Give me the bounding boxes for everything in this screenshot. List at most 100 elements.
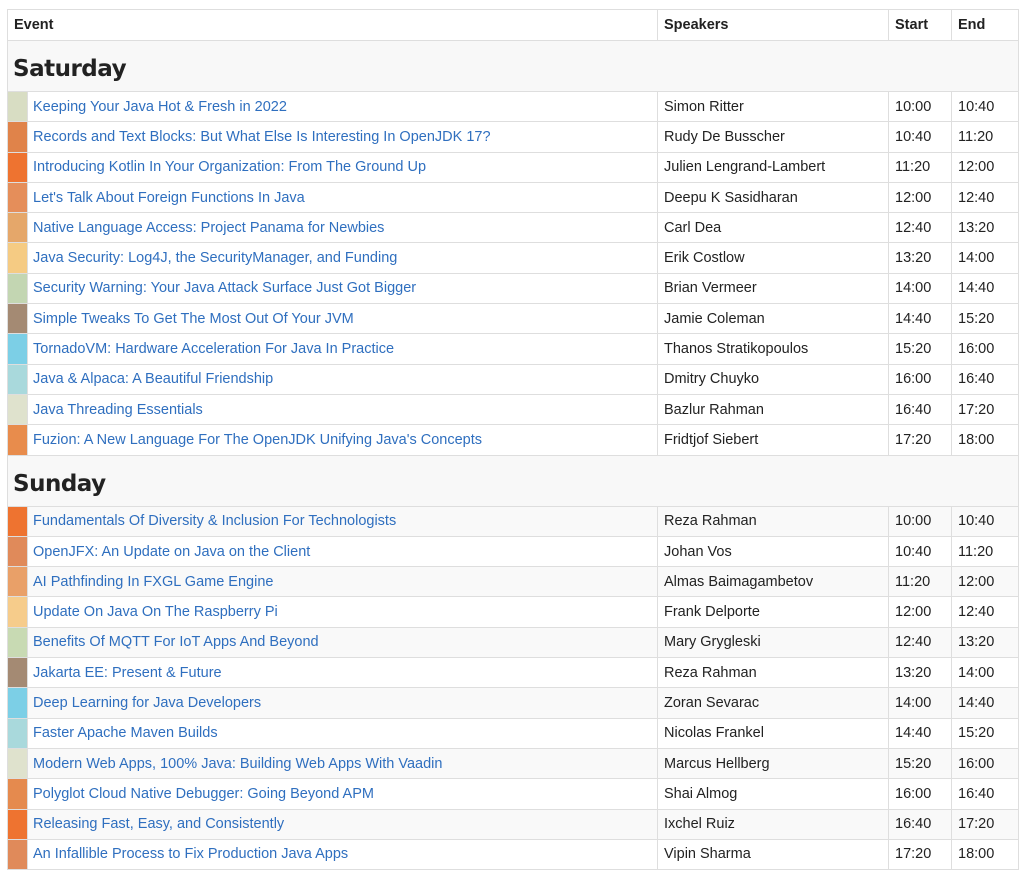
speakers-column-header[interactable]: Speakers xyxy=(657,9,889,41)
speaker-name: Frank Delporte xyxy=(657,596,889,628)
session-row: Records and Text Blocks: But What Else I… xyxy=(7,121,1019,153)
track-color-marker xyxy=(7,535,28,568)
start-time: 16:00 xyxy=(888,778,952,810)
start-time: 14:40 xyxy=(888,717,952,749)
session-row: Fuzion: A New Language For The OpenJDK U… xyxy=(7,424,1019,456)
start-time: 16:40 xyxy=(888,393,952,426)
end-time: 14:00 xyxy=(951,242,1019,274)
start-time: 11:20 xyxy=(888,151,952,183)
end-time: 14:40 xyxy=(951,687,1019,719)
start-time: 15:20 xyxy=(888,333,952,365)
session-title-link[interactable]: Java Threading Essentials xyxy=(33,402,203,418)
speaker-name: Simon Ritter xyxy=(657,90,889,123)
track-color-marker xyxy=(7,505,28,537)
start-time: 12:40 xyxy=(888,212,952,244)
session-title-cell: Fundamentals Of Diversity & Inclusion Fo… xyxy=(27,505,658,537)
session-title-link[interactable]: Introducing Kotlin In Your Organization:… xyxy=(33,159,426,175)
session-title-cell: Let's Talk About Foreign Functions In Ja… xyxy=(27,181,658,214)
speaker-name: Mary Grygleski xyxy=(657,626,889,659)
session-title-link[interactable]: Records and Text Blocks: But What Else I… xyxy=(33,129,491,145)
track-color-marker xyxy=(7,687,28,719)
session-title-cell: Polyglot Cloud Native Debugger: Going Be… xyxy=(27,778,658,810)
track-color-marker xyxy=(7,808,28,840)
end-time: 14:00 xyxy=(951,657,1019,689)
start-column-header[interactable]: Start xyxy=(888,9,952,41)
end-time: 15:20 xyxy=(951,717,1019,749)
session-row: Modern Web Apps, 100% Java: Building Web… xyxy=(7,747,1019,780)
session-title-link[interactable]: Modern Web Apps, 100% Java: Building Web… xyxy=(33,756,442,772)
speaker-name: Rudy De Busscher xyxy=(657,121,889,153)
start-time: 14:00 xyxy=(888,272,952,305)
track-color-marker xyxy=(7,121,28,153)
session-title-link[interactable]: TornadoVM: Hardware Acceleration For Jav… xyxy=(33,341,394,357)
end-time: 16:40 xyxy=(951,778,1019,810)
session-title-link[interactable]: Releasing Fast, Easy, and Consistently xyxy=(33,816,284,832)
session-row: Java Threading Essentials Bazlur Rahman 16… xyxy=(7,393,1019,426)
end-time: 13:20 xyxy=(951,212,1019,244)
session-row: TornadoVM: Hardware Acceleration For Jav… xyxy=(7,333,1019,365)
track-color-marker xyxy=(7,717,28,749)
end-time: 10:40 xyxy=(951,505,1019,537)
start-time: 10:40 xyxy=(888,121,952,153)
start-time: 13:20 xyxy=(888,242,952,274)
session-title-cell: TornadoVM: Hardware Acceleration For Jav… xyxy=(27,333,658,365)
track-color-marker xyxy=(7,272,28,305)
session-title-cell: An Infallible Process to Fix Production … xyxy=(27,838,658,871)
session-title-link[interactable]: Polyglot Cloud Native Debugger: Going Be… xyxy=(33,786,374,802)
session-title-link[interactable]: Security Warning: Your Java Attack Surfa… xyxy=(33,280,416,296)
start-time: 12:00 xyxy=(888,596,952,628)
session-title-link[interactable]: Deep Learning for Java Developers xyxy=(33,695,261,711)
speaker-name: Bazlur Rahman xyxy=(657,393,889,426)
end-time: 18:00 xyxy=(951,838,1019,871)
end-column-header[interactable]: End xyxy=(951,9,1019,41)
session-title-link[interactable]: Java Security: Log4J, the SecurityManage… xyxy=(33,250,397,266)
day-row: Saturday xyxy=(7,40,1019,92)
session-title-link[interactable]: Java & Alpaca: A Beautiful Friendship xyxy=(33,371,273,387)
session-title-link[interactable]: Fundamentals Of Diversity & Inclusion Fo… xyxy=(33,513,396,529)
session-title-link[interactable]: Simple Tweaks To Get The Most Out Of You… xyxy=(33,311,354,327)
speaker-name: Ixchel Ruiz xyxy=(657,808,889,840)
end-time: 11:20 xyxy=(951,535,1019,568)
event-column-header[interactable]: Event xyxy=(7,9,658,41)
speaker-name: Erik Costlow xyxy=(657,242,889,274)
day-heading: Sunday xyxy=(7,454,1019,507)
start-time: 14:00 xyxy=(888,687,952,719)
track-color-marker xyxy=(7,393,28,426)
session-title-link[interactable]: OpenJFX: An Update on Java on the Client xyxy=(33,544,310,560)
start-time: 14:40 xyxy=(888,303,952,335)
speaker-name: Brian Vermeer xyxy=(657,272,889,305)
session-row: Security Warning: Your Java Attack Surfa… xyxy=(7,272,1019,305)
track-color-marker xyxy=(7,838,28,871)
end-time: 12:40 xyxy=(951,596,1019,628)
session-title-cell: Java Threading Essentials xyxy=(27,393,658,426)
header-row: Event Speakers Start End xyxy=(7,9,1019,41)
session-title-cell: AI Pathfinding In FXGL Game Engine xyxy=(27,566,658,598)
schedule-body: Saturday Keeping Your Java Hot & Fresh in… xyxy=(7,40,1019,871)
speaker-name: Thanos Stratikopoulos xyxy=(657,333,889,365)
session-title-link[interactable]: Update On Java On The Raspberry Pi xyxy=(33,604,278,620)
session-title-link[interactable]: Benefits Of MQTT For IoT Apps And Beyond xyxy=(33,634,319,650)
session-title-cell: Fuzion: A New Language For The OpenJDK U… xyxy=(27,424,658,456)
session-title-link[interactable]: Fuzion: A New Language For The OpenJDK U… xyxy=(33,432,482,448)
session-title-cell: Simple Tweaks To Get The Most Out Of You… xyxy=(27,303,658,335)
session-row: OpenJFX: An Update on Java on the Client… xyxy=(7,535,1019,568)
session-title-link[interactable]: Faster Apache Maven Builds xyxy=(33,725,218,741)
session-title-link[interactable]: Keeping Your Java Hot & Fresh in 2022 xyxy=(33,99,287,115)
track-color-marker xyxy=(7,333,28,365)
session-title-link[interactable]: Jakarta EE: Present & Future xyxy=(33,665,222,681)
track-color-marker xyxy=(7,657,28,689)
session-title-link[interactable]: AI Pathfinding In FXGL Game Engine xyxy=(33,574,273,590)
session-title-link[interactable]: Native Language Access: Project Panama f… xyxy=(33,220,384,236)
end-time: 15:20 xyxy=(951,303,1019,335)
start-time: 16:00 xyxy=(888,363,952,395)
speaker-name: Carl Dea xyxy=(657,212,889,244)
day-heading: Saturday xyxy=(7,40,1019,92)
track-color-marker xyxy=(7,626,28,659)
track-color-marker xyxy=(7,566,28,598)
end-time: 16:00 xyxy=(951,747,1019,780)
speaker-name: Nicolas Frankel xyxy=(657,717,889,749)
end-time: 16:40 xyxy=(951,363,1019,395)
schedule-table: Event Speakers Start End Saturday Keeping… xyxy=(7,9,1019,871)
session-title-link[interactable]: An Infallible Process to Fix Production … xyxy=(33,846,348,862)
session-title-link[interactable]: Let's Talk About Foreign Functions In Ja… xyxy=(33,190,305,206)
